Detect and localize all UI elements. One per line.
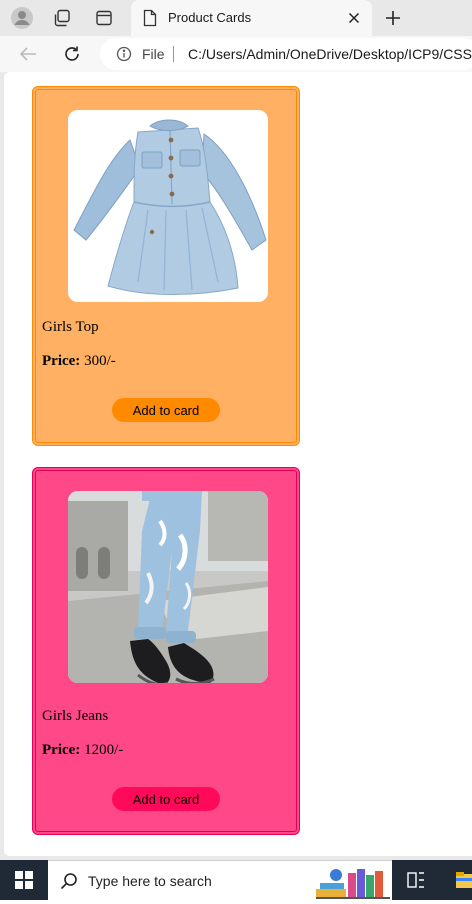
add-to-cart-button[interactable]: Add to card bbox=[112, 787, 220, 811]
books-widget-icon[interactable] bbox=[316, 865, 390, 899]
product-card: Girls Top Price: 300/- Add to card bbox=[32, 86, 300, 446]
task-view-icon[interactable] bbox=[405, 870, 427, 890]
add-to-cart-button[interactable]: Add to card bbox=[112, 398, 220, 422]
tab-title: Product Cards bbox=[168, 10, 252, 25]
windows-start-icon[interactable] bbox=[0, 860, 48, 900]
file-explorer-icon[interactable] bbox=[452, 868, 472, 892]
workspaces-icon[interactable] bbox=[50, 6, 74, 30]
search-placeholder: Type here to search bbox=[88, 873, 212, 889]
price-label: Price: bbox=[42, 353, 81, 369]
page-icon bbox=[143, 9, 157, 32]
browser-toolbar: File C:/Users/Admin/OneDrive/Desktop/ICP… bbox=[0, 36, 472, 72]
price-label: Price: bbox=[42, 742, 81, 758]
new-tab-icon[interactable] bbox=[380, 5, 406, 31]
profile-avatar-icon[interactable] bbox=[10, 6, 34, 30]
vertical-tabs-icon[interactable] bbox=[92, 6, 116, 30]
windows-taskbar: Type here to search bbox=[0, 860, 472, 900]
address-bar[interactable]: File C:/Users/Admin/OneDrive/Desktop/ICP… bbox=[100, 38, 472, 70]
tab-product-cards[interactable]: Product Cards bbox=[131, 0, 372, 36]
product-name: Girls Jeans bbox=[42, 708, 109, 724]
product-price: Price: 300/- bbox=[42, 353, 116, 370]
taskbar-search-box[interactable]: Type here to search bbox=[48, 860, 392, 900]
product-card: Girls Jeans Price: 1200/- Add to card bbox=[32, 467, 300, 835]
address-url[interactable]: C:/Users/Admin/OneDrive/Desktop/ICP9/CSS… bbox=[188, 46, 472, 62]
product-image-girls-jeans bbox=[68, 491, 268, 683]
close-tab-icon[interactable] bbox=[344, 8, 364, 28]
search-icon bbox=[60, 872, 78, 895]
browser-tab-strip: Product Cards bbox=[0, 0, 472, 36]
site-info-icon[interactable] bbox=[116, 46, 132, 67]
price-value: 1200/- bbox=[80, 742, 124, 758]
price-value: 300/- bbox=[80, 353, 116, 369]
refresh-icon[interactable] bbox=[60, 42, 84, 66]
product-price: Price: 1200/- bbox=[42, 742, 123, 759]
page-body: Girls Top Price: 300/- Add to card Girls… bbox=[4, 72, 472, 856]
back-arrow-icon[interactable] bbox=[16, 42, 40, 66]
product-image-girls-top bbox=[68, 110, 268, 302]
product-name: Girls Top bbox=[42, 319, 99, 335]
address-scheme-label: File bbox=[142, 46, 165, 62]
address-divider bbox=[173, 46, 174, 62]
page-viewport: Girls Top Price: 300/- Add to card Girls… bbox=[0, 72, 472, 860]
